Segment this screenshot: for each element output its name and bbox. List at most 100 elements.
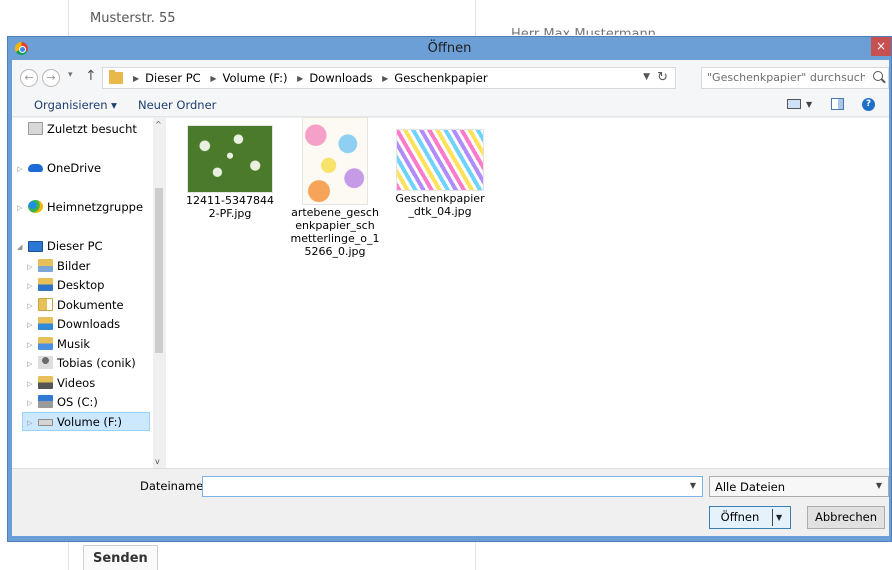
file-item[interactable]: 12411-53478442-PF.jpg [185, 126, 275, 220]
sidebar-item-recent[interactable]: Zuletzt besucht [28, 120, 137, 139]
sidebar-item-desktop[interactable]: ▷ Desktop [27, 276, 104, 295]
breadcrumb-item-downloads[interactable]: Downloads [309, 71, 372, 85]
sidebar-item-this-pc[interactable]: ◢ Dieser PC [17, 237, 103, 256]
open-button[interactable]: Öffnen ▼ [709, 506, 791, 529]
downloads-folder-icon [38, 317, 53, 330]
breadcrumb-item-geschenkpapier[interactable]: Geschenkpapier [394, 71, 487, 85]
cloud-icon [28, 164, 43, 172]
file-item[interactable]: artebene_geschenkpapier_schmetterlinge_o… [290, 118, 380, 258]
expand-icon[interactable]: ▷ [27, 375, 35, 394]
search-box[interactable] [701, 67, 889, 89]
sidebar-item-label: OneDrive [47, 161, 102, 175]
file-name: 12411-53478442-PF.jpg [186, 194, 274, 220]
music-folder-icon [38, 337, 53, 350]
forward-button[interactable]: → [42, 69, 60, 87]
recent-icon [28, 122, 43, 135]
chevron-right-icon: ▶ [133, 74, 140, 83]
scrollbar-thumb[interactable] [155, 188, 163, 353]
sidebar-item-videos[interactable]: ▷ Videos [27, 374, 95, 393]
dialog-title: Öffnen [427, 41, 472, 56]
file-thumbnail [188, 126, 272, 192]
sidebar-item-documents[interactable]: ▷ Dokumente [27, 296, 124, 315]
new-folder-button[interactable]: Neuer Ordner [138, 98, 216, 112]
breadcrumb-item-volume[interactable]: Volume (F:) [223, 71, 288, 85]
folder-icon [109, 70, 123, 84]
chevron-down-icon[interactable]: ▼ [776, 507, 782, 528]
sidebar-item-label: OS (C:) [57, 395, 98, 409]
expand-icon[interactable]: ▷ [27, 336, 35, 355]
navigation-scrollbar[interactable]: ^ v [153, 118, 165, 468]
documents-folder-icon [38, 298, 53, 311]
expand-icon[interactable]: ▷ [17, 199, 25, 218]
help-icon[interactable]: ? [862, 98, 875, 111]
sidebar-item-drive-c[interactable]: ▷ OS (C:) [27, 393, 98, 412]
sidebar-item-drive-f[interactable]: ▷ Volume (F:) [22, 412, 150, 431]
send-button[interactable]: Senden [83, 545, 158, 570]
breadcrumb-item-pc[interactable]: Dieser PC [145, 71, 201, 85]
pictures-folder-icon [38, 259, 53, 272]
sidebar-item-label: Dokumente [57, 298, 124, 312]
filename-input[interactable] [206, 479, 676, 493]
expand-icon[interactable]: ▷ [27, 297, 35, 316]
address-row: ← → ▾ ↑ ▶ Dieser PC ▶ Volume (F:) ▶ Downloa… [12, 60, 889, 96]
dialog-footer: Dateiname: ▼ Alle Dateien ▼ Öffnen ▼ Abb… [12, 468, 889, 536]
chevron-down-icon[interactable]: ▼ [643, 72, 650, 82]
back-button[interactable]: ← [20, 69, 38, 87]
file-thumbnail [397, 130, 483, 190]
command-bar: Organisieren ▾ Neuer Ordner ▼ ? [12, 96, 889, 117]
file-list: 12411-53478442-PF.jpg artebene_geschenkp… [166, 118, 889, 468]
file-item[interactable]: Geschenkpapier_dtk_04.jpg [395, 118, 485, 218]
up-arrow-icon[interactable]: ↑ [85, 68, 97, 84]
organize-button[interactable]: Organisieren ▾ [34, 98, 117, 112]
filename-field[interactable]: ▼ [202, 476, 703, 497]
sidebar-item-downloads[interactable]: ▷ Downloads [27, 315, 120, 334]
sidebar-item-label: Volume (F:) [57, 415, 122, 429]
chevron-down-icon[interactable]: ▼ [690, 481, 696, 490]
chevron-down-icon[interactable]: ▼ [876, 481, 882, 490]
search-input[interactable] [707, 71, 865, 84]
view-mode-icon[interactable] [787, 99, 801, 109]
computer-icon [28, 241, 43, 252]
breadcrumb[interactable]: ▶ Dieser PC ▶ Volume (F:) ▶ Downloads ▶ Gesc… [102, 67, 676, 89]
refresh-icon[interactable]: ↻ [657, 70, 668, 85]
cancel-button[interactable]: Abbrechen [807, 506, 885, 529]
drive-f-icon [38, 419, 53, 426]
search-icon[interactable] [873, 71, 883, 81]
expand-icon[interactable]: ▷ [27, 414, 35, 433]
sidebar-item-onedrive[interactable]: ▷ OneDrive [17, 159, 101, 178]
expand-icon[interactable]: ▷ [27, 277, 35, 296]
expand-icon[interactable]: ▷ [27, 258, 35, 277]
videos-folder-icon [38, 376, 53, 389]
sidebar-item-label: Videos [57, 376, 96, 390]
chevron-down-icon[interactable]: v [155, 457, 160, 466]
expand-icon[interactable]: ▷ [27, 316, 35, 335]
background-recipient: Herr Max Mustermann [511, 27, 656, 35]
sidebar-item-pictures[interactable]: ▷ Bilder [27, 257, 90, 276]
expand-icon[interactable]: ▷ [17, 160, 25, 179]
sidebar-item-label: Bilder [57, 259, 91, 273]
collapse-icon[interactable]: ◢ [17, 238, 25, 257]
background-address: Musterstr. 55 [90, 11, 176, 26]
chevron-right-icon: ▶ [382, 74, 389, 83]
expand-icon[interactable]: ▷ [27, 394, 35, 413]
drive-c-icon [38, 395, 53, 408]
sidebar-item-label: Desktop [57, 278, 105, 292]
preview-pane-icon[interactable] [831, 98, 844, 110]
desktop-folder-icon [38, 278, 53, 291]
sidebar-item-homegroup[interactable]: ▷ Heimnetzgruppe [17, 198, 143, 217]
dialog-titlebar[interactable]: Öffnen × [8, 37, 891, 60]
sidebar-item-label: Dieser PC [47, 239, 103, 253]
file-thumbnail [303, 118, 367, 204]
chevron-up-icon[interactable]: ^ [155, 120, 162, 129]
expand-icon[interactable]: ▷ [27, 355, 35, 374]
file-type-select[interactable]: Alle Dateien ▼ [709, 476, 889, 497]
recent-locations-icon[interactable]: ▾ [68, 70, 73, 80]
sidebar-item-music[interactable]: ▷ Musik [27, 335, 90, 354]
sidebar-item-label: Tobias (conik) [57, 356, 136, 370]
navigation-pane: Zuletzt besucht ▷ OneDrive ▷ Heimnetzgrupp… [12, 118, 165, 468]
sidebar-item-user[interactable]: ▷ Tobias (conik) [27, 354, 136, 373]
chevron-right-icon: ▶ [297, 74, 304, 83]
close-button[interactable]: × [871, 37, 891, 56]
chevron-down-icon[interactable]: ▼ [806, 100, 812, 109]
chevron-right-icon: ▶ [210, 74, 217, 83]
